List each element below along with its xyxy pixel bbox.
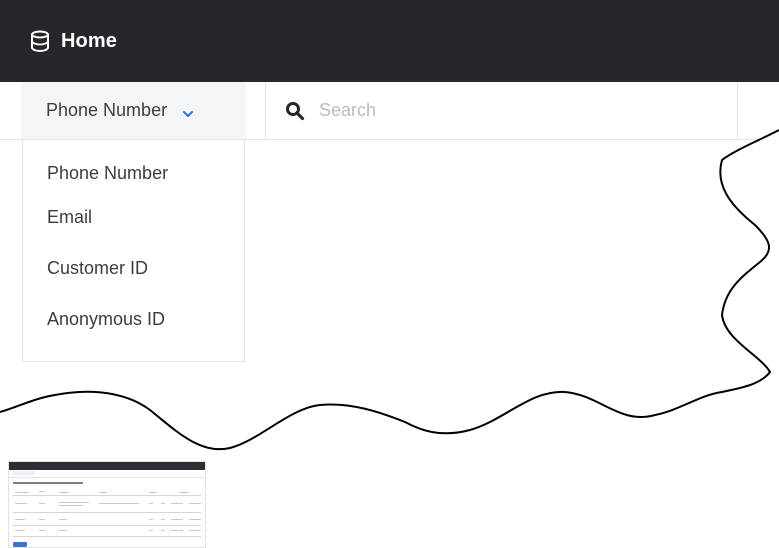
search-box xyxy=(266,82,736,139)
thumbnail-button xyxy=(13,542,27,547)
thumbnail-cell xyxy=(59,519,67,520)
thumbnail-cell xyxy=(149,519,153,520)
thumbnail-cell xyxy=(161,503,165,504)
search-type-selected-label: Phone Number xyxy=(46,100,168,120)
search-input[interactable] xyxy=(319,100,649,121)
zoomed-app-view: Home Phone Number Phone Number E xyxy=(0,0,779,460)
thumbnail-cell xyxy=(149,492,157,493)
dropdown-option-anonymous-id[interactable]: Anonymous ID xyxy=(23,294,244,345)
full-page-thumbnail xyxy=(8,461,206,548)
thumbnail-cell xyxy=(15,530,25,531)
thumbnail-row-rule xyxy=(13,512,201,513)
thumbnail-toolbar xyxy=(9,470,205,478)
thumbnail-cell xyxy=(39,503,45,504)
thumbnail-header xyxy=(9,462,205,470)
search-icon xyxy=(285,101,305,121)
thumbnail-cell xyxy=(179,492,189,493)
thumbnail-cell xyxy=(39,530,45,531)
page-title[interactable]: Home xyxy=(61,30,117,53)
thumbnail-cell xyxy=(15,492,29,493)
thumbnail-cell xyxy=(59,505,83,506)
thumbnail-cell xyxy=(189,519,201,520)
thumbnail-cell xyxy=(171,530,183,531)
thumbnail-cell xyxy=(189,530,201,531)
dropdown-option-phone-number[interactable]: Phone Number xyxy=(23,154,244,192)
toolbar-divider xyxy=(737,82,738,139)
thumbnail-cell xyxy=(149,503,153,504)
thumbnail-cell xyxy=(171,503,183,504)
dropdown-option-email[interactable]: Email xyxy=(23,192,244,243)
dropdown-option-customer-id[interactable]: Customer ID xyxy=(23,243,244,294)
thumbnail-cell xyxy=(15,519,25,520)
thumbnail-table-header-rule xyxy=(13,495,201,496)
thumbnail-cell xyxy=(39,491,45,492)
thumbnail-row-rule xyxy=(13,525,201,526)
search-type-select[interactable]: Phone Number xyxy=(21,82,246,139)
database-icon xyxy=(30,30,50,52)
thumbnail-cell xyxy=(59,492,69,493)
thumbnail-cell xyxy=(99,503,139,504)
thumbnail-cell xyxy=(59,530,67,531)
search-type-dropdown: Phone Number Email Customer ID Anonymous… xyxy=(22,140,245,362)
thumbnail-cell xyxy=(171,519,183,520)
thumbnail-cell xyxy=(161,519,165,520)
chevron-down-icon xyxy=(181,106,195,116)
thumbnail-cell xyxy=(39,519,45,520)
thumbnail-cell xyxy=(99,492,107,493)
thumbnail-cell xyxy=(189,503,201,504)
thumbnail-cell xyxy=(149,530,153,531)
app-header: Home xyxy=(0,0,779,82)
thumbnail-heading xyxy=(13,482,83,484)
thumbnail-select xyxy=(13,471,35,475)
search-toolbar: Phone Number xyxy=(0,82,779,140)
thumbnail-cell xyxy=(59,502,89,503)
thumbnail-cell xyxy=(161,530,165,531)
thumbnail-cell xyxy=(15,503,27,504)
thumbnail-row-rule xyxy=(13,536,201,537)
